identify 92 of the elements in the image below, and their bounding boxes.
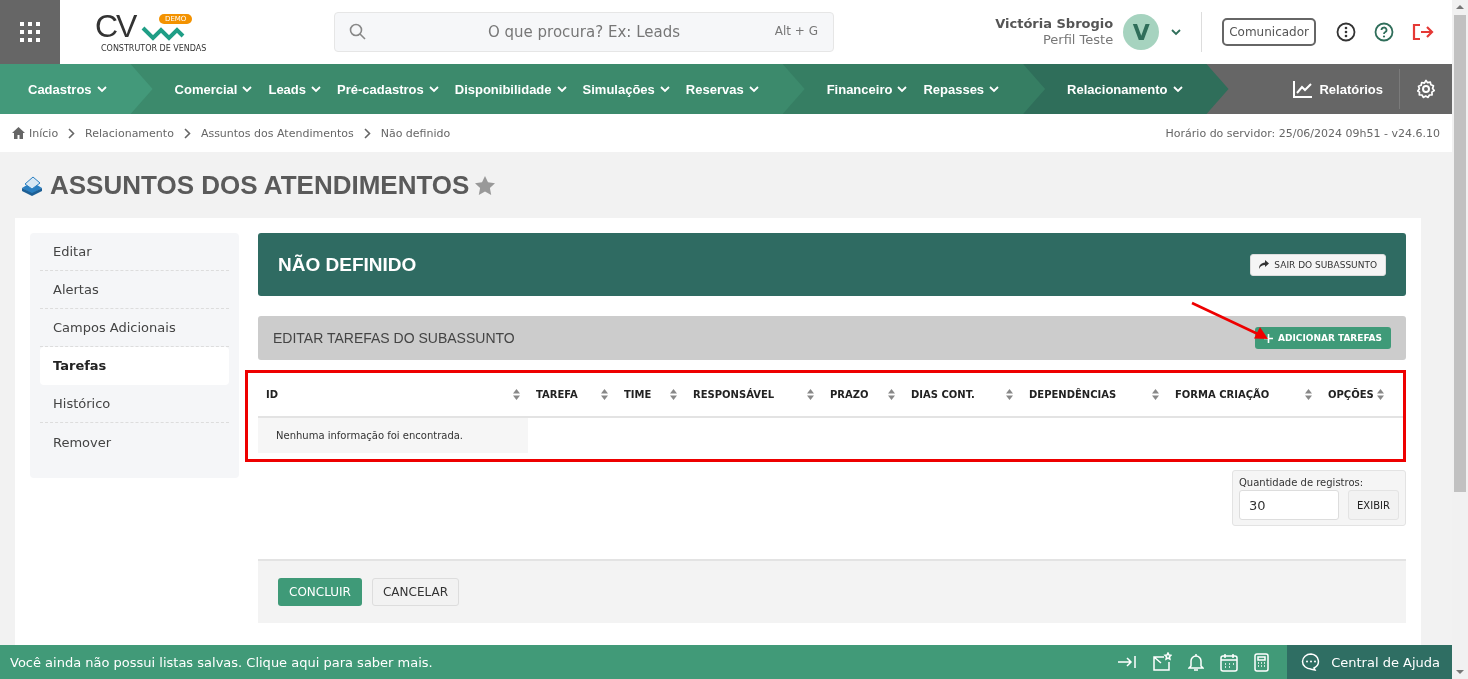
- share-arrow-icon: [1259, 260, 1270, 269]
- side-menu-item[interactable]: Alertas: [40, 271, 229, 309]
- column-header: FORMA CRIAÇÃO: [1175, 389, 1270, 400]
- chevron-icon: [311, 85, 322, 93]
- side-menu-item[interactable]: Histórico: [40, 385, 229, 423]
- add-tasks-button[interactable]: ADICIONAR TAREFAS: [1255, 327, 1391, 349]
- shortcut-hint: Alt + G: [774, 24, 818, 38]
- breadcrumb-link[interactable]: Relacionamento: [85, 126, 174, 140]
- zigzag-icon: [141, 24, 185, 42]
- calculator-icon[interactable]: [1254, 652, 1270, 672]
- column-header: RESPONSÁVEL: [693, 389, 775, 400]
- sort-icon[interactable]: [601, 389, 608, 400]
- exit-subtopic-button[interactable]: SAIR DO SUBASSUNTO: [1250, 253, 1386, 276]
- nav-menu-item[interactable]: Disponibilidade: [446, 64, 575, 114]
- sort-icon[interactable]: [807, 389, 814, 400]
- sort-icon[interactable]: [1152, 389, 1159, 400]
- communicator-button[interactable]: Comunicador: [1222, 18, 1316, 46]
- reports-link[interactable]: Relatórios: [1285, 64, 1399, 114]
- nav-menu-item[interactable]: Repasses: [915, 64, 1008, 114]
- column-header: OPÇÕES: [1328, 389, 1374, 400]
- nav-menu-item[interactable]: Cadastros: [20, 64, 115, 114]
- nav-menu-item[interactable]: Pré-cadastros: [329, 64, 447, 114]
- page-title: ASSUNTOS DOS ATENDIMENTOS: [50, 169, 470, 201]
- settings-icon: [1416, 79, 1436, 99]
- column-header: DIAS CONT.: [911, 389, 975, 400]
- column-header: ID: [266, 389, 279, 400]
- server-time: Horário do servidor: 25/06/2024 09h51 - v24.6.10: [1165, 126, 1440, 140]
- sort-icon[interactable]: [1006, 389, 1013, 400]
- nav-menu-item[interactable]: Simulações: [574, 64, 678, 114]
- nav-menu-item[interactable]: Leads: [260, 64, 330, 114]
- chevron-icon: [748, 85, 759, 93]
- side-menu-item[interactable]: Editar: [40, 233, 229, 271]
- user-avatar[interactable]: V: [1123, 14, 1160, 50]
- sort-icon[interactable]: [1376, 389, 1384, 400]
- sort-icon[interactable]: [1305, 389, 1312, 400]
- sort-icon[interactable]: [670, 389, 677, 400]
- user-profile: Perfil Teste: [1041, 32, 1114, 48]
- logout-icon[interactable]: [1412, 23, 1434, 41]
- chevron-icon: [989, 85, 1000, 93]
- grid-icon: [18, 20, 42, 44]
- show-button[interactable]: EXIBIR: [1348, 490, 1399, 520]
- user-name: Victória Sbrogio: [995, 16, 1114, 32]
- side-menu-item[interactable]: Tarefas: [40, 347, 229, 385]
- chevron-right-icon: [183, 127, 191, 139]
- section-title: NÃO DEFINIDO: [278, 253, 417, 276]
- calendar-icon[interactable]: [1220, 652, 1239, 672]
- breadcrumb-link[interactable]: Início: [29, 126, 59, 140]
- breadcrumb-link[interactable]: Não definido: [380, 126, 451, 140]
- chevron-icon: [1172, 85, 1183, 93]
- chat-bubble-icon: [1301, 653, 1322, 671]
- chevron-icon: [96, 85, 107, 93]
- records-label: Quantidade de registros:: [1239, 477, 1365, 488]
- home-icon: [12, 127, 25, 139]
- stacked-papers-icon: [20, 174, 44, 196]
- more-options-icon[interactable]: [1336, 22, 1356, 42]
- help-center-button[interactable]: Central de Ajuda: [1287, 645, 1452, 679]
- chevron-icon: [659, 85, 670, 93]
- logo-letters: CV: [95, 8, 136, 44]
- saved-lists-link[interactable]: Você ainda não possui listas salvas. Clique aqui para saber mais.: [0, 654, 433, 670]
- star-icon[interactable]: [475, 175, 496, 195]
- search-icon: [349, 23, 366, 40]
- bell-icon[interactable]: [1188, 653, 1205, 671]
- nav-menu-item[interactable]: Relacionamento: [1059, 64, 1191, 114]
- logo-tagline: CONSTRUTOR DE VENDAS: [101, 44, 207, 53]
- sort-icon[interactable]: [513, 389, 520, 400]
- line-chart-icon: [1293, 80, 1314, 98]
- column-header: DEPENDÊNCIAS: [1029, 389, 1117, 400]
- apps-menu-button[interactable]: [0, 0, 60, 64]
- chevron-right-icon: [68, 127, 76, 139]
- help-icon[interactable]: [1374, 22, 1394, 42]
- cancel-button[interactable]: CANCELAR: [371, 578, 459, 606]
- column-header: PRAZO: [830, 389, 869, 400]
- envelope-star-icon[interactable]: [1152, 652, 1173, 672]
- conclude-button[interactable]: CONCLUIR: [278, 578, 362, 606]
- column-header: TIME: [624, 389, 652, 400]
- chevron-icon: [556, 85, 567, 93]
- nav-menu-item[interactable]: Financeiro: [818, 64, 916, 114]
- column-header: TAREFA: [536, 389, 578, 400]
- tasks-title: EDITAR TAREFAS DO SUBASSUNTO: [273, 330, 515, 346]
- breadcrumb-link[interactable]: Assuntos dos Atendimentos: [200, 126, 354, 140]
- chevron-icon: [428, 85, 439, 93]
- empty-message: Nenhuma informação foi encontrada.: [258, 418, 528, 453]
- arrow-to-bar-icon[interactable]: [1118, 655, 1137, 669]
- sort-icon[interactable]: [888, 389, 895, 400]
- chevron-right-icon: [363, 127, 371, 139]
- nav-menu-item[interactable]: Comercial: [166, 64, 261, 114]
- chevron-icon: [1171, 28, 1182, 36]
- records-input[interactable]: 30: [1239, 490, 1339, 520]
- nav-menu-item[interactable]: Reservas: [677, 64, 767, 114]
- chevron-icon: [242, 85, 253, 93]
- side-menu-item[interactable]: Remover: [40, 423, 229, 461]
- chevron-icon: [897, 85, 908, 93]
